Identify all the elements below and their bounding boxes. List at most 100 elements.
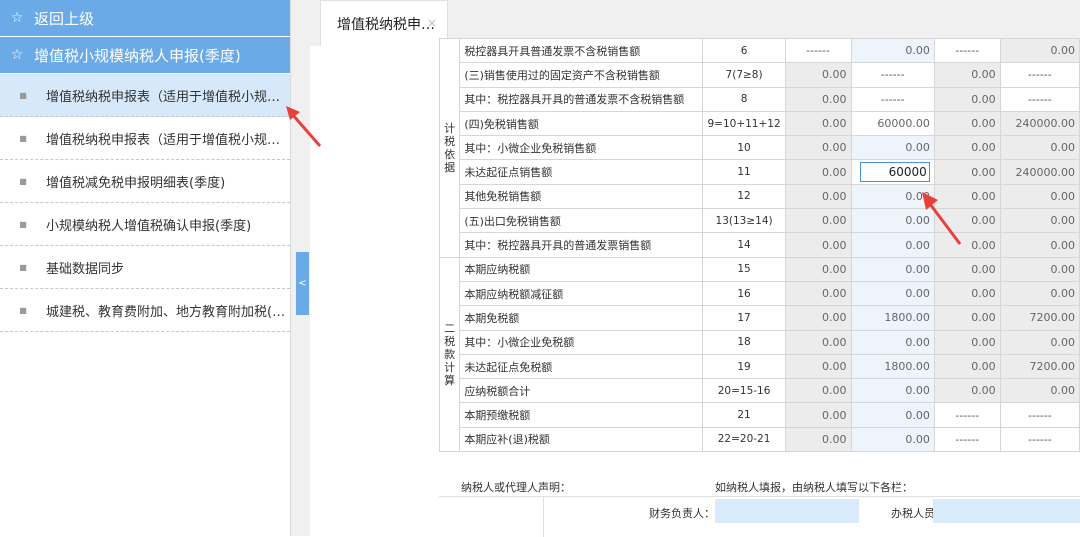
- divider: [543, 497, 544, 537]
- table-row: 其中：小微企业免税销售额 10 0.00 0.00 0.00 0.00: [440, 135, 1080, 161]
- cell-c2[interactable]: 1800.00: [850, 353, 935, 380]
- section-header[interactable]: ☆ 增值税小规模纳税人申报(季度): [0, 37, 290, 74]
- cell-c2[interactable]: 0.00: [850, 232, 935, 258]
- table-row: 其他免税销售额 12 0.00 0.00 0.00 0.00: [440, 183, 1080, 210]
- tax-form-table: 计税依据 税控器具开具普通发票不含税销售额 6 ------ 0.00 ------ 0.0…: [439, 38, 1080, 453]
- chevron-left-icon: <: [298, 278, 307, 289]
- row-code: 14: [702, 232, 786, 258]
- row-code: 8: [702, 86, 786, 112]
- table-row: (五)出口免税销售额 13(13≥14) 0.00 0.00 0.00 0.00: [440, 208, 1080, 234]
- sidebar-item-vat-attachment[interactable]: ■ 增值税纳税申报表（适用于增值税小规模纳税人）附列资料: [0, 117, 290, 160]
- bullet-icon: ■: [19, 133, 27, 143]
- cell-c3: 0.00: [933, 378, 1001, 404]
- sidebar-item-label: 小规模纳税人增值税确认申报(季度): [46, 218, 252, 234]
- signature-row: 财务负责人： 办税人员：: [439, 496, 1080, 537]
- cell-c2[interactable]: 0.00: [850, 183, 935, 210]
- back-button[interactable]: ☆ 返回上级: [0, 0, 290, 37]
- cell-c2[interactable]: 0.00: [850, 402, 935, 428]
- cell-c1: 0.00: [784, 110, 852, 137]
- cell-c3: 0.00: [933, 329, 1001, 355]
- cell-c2: ------: [850, 86, 935, 112]
- row-name: 未达起征点销售额: [459, 159, 704, 185]
- row-name: 未达起征点免税额: [459, 353, 704, 380]
- cell-c2[interactable]: 0.00: [850, 135, 935, 161]
- cell-c1: 0.00: [784, 329, 852, 355]
- sidebar-item-confirm[interactable]: ■ 小规模纳税人增值税确认申报(季度): [0, 203, 290, 246]
- cell-c4: 0.00: [999, 135, 1080, 161]
- cell-c4: 0.00: [999, 38, 1080, 64]
- row-name: 本期预缴税额: [459, 402, 704, 428]
- row-code: 19: [702, 353, 786, 380]
- cell-c4: 7200.00: [999, 353, 1080, 380]
- row-name: 其中：小微企业免税销售额: [459, 135, 704, 161]
- cell-c1: ------: [784, 38, 852, 64]
- cell-c4: 0.00: [999, 232, 1080, 258]
- cell-c3: 0.00: [933, 256, 1001, 282]
- cell-input[interactable]: 60000: [859, 162, 930, 183]
- cell-c3: 0.00: [933, 232, 1001, 258]
- collapse-sidebar-button[interactable]: <: [296, 252, 309, 315]
- unreached-threshold-sales-input[interactable]: 60000: [850, 159, 935, 185]
- tab-vat-return[interactable]: 增值税纳税申… ×: [320, 0, 448, 46]
- declaration-row: 纳税人或代理人声明： 如纳税人填报，由纳税人填写以下各栏：: [439, 475, 1080, 496]
- row-code: 10: [702, 135, 786, 161]
- sidebar-item-label: 增值税纳税申报表（适用于增值税小规模纳税人）附列资料: [46, 132, 286, 148]
- row-code: 21: [702, 402, 786, 428]
- table-row: 未达起征点销售额 11 0.00 60000 0.00 240000.00: [440, 159, 1080, 185]
- cell-c1: 0.00: [784, 305, 852, 331]
- table-row: 应纳税额合计 20=15-16 0.00 0.00 0.00 0.00: [440, 378, 1080, 404]
- finance-field[interactable]: [715, 499, 859, 523]
- cell-c3: 0.00: [933, 208, 1001, 234]
- cell-c3: 0.00: [933, 159, 1001, 185]
- row-name: (三)销售使用过的固定资产不含税销售额: [459, 62, 704, 88]
- cell-c4: ------: [999, 86, 1080, 112]
- cell-c2: 60000.00: [850, 110, 935, 137]
- table-row: 其中：税控器具开具的普通发票销售额 14 0.00 0.00 0.00 0.00: [440, 232, 1080, 258]
- close-icon[interactable]: ×: [427, 16, 437, 30]
- row-code: 13(13≥14): [702, 208, 786, 234]
- cell-c2[interactable]: 0.00: [850, 38, 935, 64]
- sidebar-item-vat-return[interactable]: ■ 增值税纳税申报表（适用于增值税小规模纳税人）: [0, 74, 290, 117]
- cell-c1: 0.00: [784, 353, 852, 380]
- bullet-icon: ■: [19, 305, 27, 315]
- tab-label: 增值税纳税申…: [337, 16, 435, 33]
- row-code: 20=15-16: [702, 378, 786, 404]
- cell-c2: ------: [850, 62, 935, 88]
- declaration-note: 如纳税人填报，由纳税人填写以下各栏：: [715, 481, 913, 494]
- table-row: 本期应补(退)税额 22=20-21 0.00 0.00 ------ ------: [440, 426, 1080, 453]
- row-code: 12: [702, 183, 786, 210]
- sidebar-item-reduction-detail[interactable]: ■ 增值税减免税申报明细表(季度): [0, 160, 290, 203]
- cell-c1: 0.00: [784, 62, 852, 88]
- cell-c2[interactable]: 0.00: [850, 329, 935, 355]
- cell-c2[interactable]: 1800.00: [850, 305, 935, 331]
- cell-c2[interactable]: 0.00: [850, 426, 935, 453]
- cell-c3: ------: [933, 426, 1001, 453]
- row-code: 7(7≥8): [702, 62, 786, 88]
- cell-c2[interactable]: 0.00: [850, 280, 935, 307]
- row-code: 6: [702, 38, 786, 64]
- cell-c3: ------: [933, 38, 1001, 64]
- row-name: 本期应补(退)税额: [459, 426, 704, 453]
- cell-c2[interactable]: 0.00: [850, 256, 935, 282]
- table-row: 其中：小微企业免税额 18 0.00 0.00 0.00 0.00: [440, 329, 1080, 355]
- cell-c1: 0.00: [784, 426, 852, 453]
- cell-c1: 0.00: [784, 208, 852, 234]
- cell-c3: 0.00: [933, 86, 1001, 112]
- cell-c2[interactable]: 0.00: [850, 378, 935, 404]
- star-icon: ☆: [10, 10, 24, 26]
- declaration-label: 纳税人或代理人声明：: [461, 481, 571, 494]
- taxstaff-field[interactable]: [933, 499, 1080, 523]
- cell-c1: 0.00: [784, 159, 852, 185]
- sidebar-item-surtax[interactable]: ■ 城建税、教育费附加、地方教育附加税(费)申报: [0, 289, 290, 332]
- row-name: 应纳税额合计: [459, 378, 704, 404]
- cell-c4: 240000.00: [999, 110, 1080, 137]
- sidebar-item-data-sync[interactable]: ■ 基础数据同步: [0, 246, 290, 289]
- section-label-calculation: 二税款计算: [439, 256, 461, 453]
- finance-label: 财务负责人：: [649, 507, 715, 520]
- section-label: 增值税小规模纳税人申报(季度): [34, 46, 241, 65]
- sidebar-item-label: 增值税纳税申报表（适用于增值税小规模纳税人）: [46, 89, 286, 105]
- cell-c3: 0.00: [933, 135, 1001, 161]
- cell-c2[interactable]: 0.00: [850, 208, 935, 234]
- bullet-icon: ■: [19, 90, 27, 100]
- cell-c3: 0.00: [933, 280, 1001, 307]
